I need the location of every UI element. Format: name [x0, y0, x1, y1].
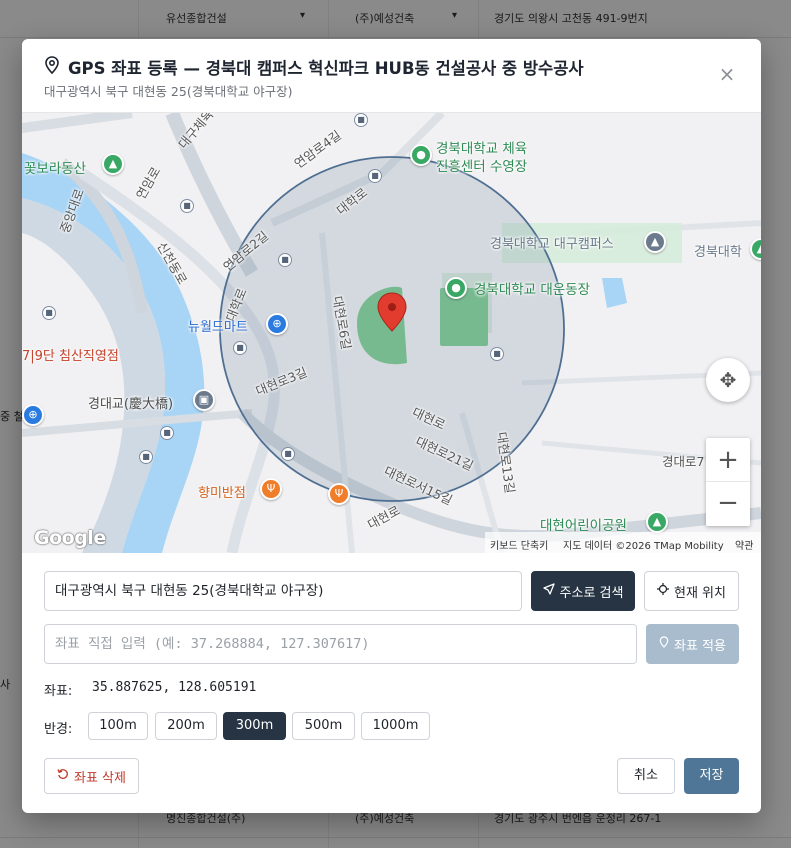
terms-link[interactable]: 약관 — [735, 537, 753, 552]
radius-option-200m[interactable]: 200m — [155, 712, 217, 740]
map-label: 진흥센터 수영장 — [436, 159, 528, 175]
coordinate-value: 35.887625, 128.605191 — [92, 680, 257, 695]
radius-option-500m[interactable]: 500m — [292, 712, 355, 740]
gps-coordinate-modal: GPS 좌표 등록 — 경북대 캠퍼스 혁신파크 HUB동 건설공사 중 방수공… — [22, 39, 761, 813]
bus-stop-icon[interactable]: ■ — [368, 169, 382, 183]
map-view[interactable]: ▲ ● ▲ ● ⊕ ▣ ⊕ Ψ Ψ ▲ ▲ ■ ■ ■ ■ ■ ■ ■ ■ ■ … — [22, 113, 761, 553]
stadium-pin-icon[interactable]: ● — [445, 277, 467, 299]
crosshair-icon — [657, 583, 669, 599]
coordinate-input[interactable]: 좌표 직접 입력 (예: 37.268884, 127.307617) — [44, 624, 637, 664]
send-arrow-icon — [542, 583, 555, 599]
current-location-button[interactable]: 현재 위치 — [644, 571, 739, 611]
shop-bag-icon[interactable]: ⊕ — [22, 404, 44, 426]
bus-stop-icon[interactable]: ■ — [281, 447, 295, 461]
restaurant-icon[interactable]: Ψ — [328, 483, 350, 505]
map-label: 뉴월드마트 — [188, 320, 248, 335]
restaurant-icon[interactable]: Ψ — [260, 478, 282, 500]
radius-option-300m[interactable]: 300m — [223, 712, 286, 740]
sports-center-icon[interactable]: ● — [410, 144, 432, 166]
park-icon[interactable]: ▲ — [102, 153, 124, 175]
map-label: 경북대학교 대운동장 — [474, 282, 591, 298]
school-icon[interactable]: ▲ — [644, 231, 666, 253]
bus-stop-icon[interactable]: ■ — [160, 426, 174, 440]
coordinate-label: 좌표: — [44, 684, 73, 699]
bus-stop-icon[interactable]: ■ — [490, 347, 504, 361]
radius-label: 반경: — [44, 722, 73, 737]
search-by-address-button[interactable]: 주소로 검색 — [531, 571, 635, 611]
map-pin-icon — [44, 56, 60, 78]
delete-coordinate-label: 좌표 삭제 — [74, 770, 126, 786]
bus-stop-icon[interactable]: ■ — [233, 341, 247, 355]
map-label: 꽃보라동산 — [24, 161, 87, 177]
cancel-button[interactable]: 취소 — [617, 758, 675, 794]
modal-header: GPS 좌표 등록 — 경북대 캠퍼스 혁신파크 HUB동 건설공사 중 방수공… — [22, 39, 761, 113]
modal-title: GPS 좌표 등록 — 경북대 캠퍼스 혁신파크 HUB동 건설공사 중 방수공… — [68, 59, 584, 78]
close-icon[interactable]: × — [717, 64, 737, 85]
map-pin-icon — [659, 636, 669, 652]
map-label: 경대로7 — [662, 454, 705, 469]
map-canvas — [22, 113, 761, 553]
modal-subtitle: 대구광역시 북구 대현동 25(경북대학교 야구장) — [44, 84, 293, 99]
radius-option-1000m[interactable]: 1000m — [361, 712, 430, 740]
current-location-label: 현재 위치 — [674, 585, 726, 601]
shopping-cart-icon[interactable]: ⊕ — [266, 313, 288, 335]
map-move-icon[interactable]: ✥ — [706, 358, 750, 402]
google-logo: Google — [34, 527, 106, 549]
zoom-in-button[interactable]: + — [706, 438, 750, 482]
map-label: 경대교(慶大橋) — [88, 397, 174, 412]
park-icon[interactable]: ▲ — [646, 511, 668, 533]
map-label: 경북대학교 체육 — [436, 141, 528, 157]
bus-stop-icon[interactable]: ■ — [354, 113, 368, 127]
bus-stop-icon[interactable]: ■ — [278, 253, 292, 267]
bus-stop-icon[interactable]: ■ — [180, 199, 194, 213]
reset-icon — [57, 768, 69, 784]
search-by-address-label: 주소로 검색 — [559, 585, 624, 601]
modal-title-row: GPS 좌표 등록 — 경북대 캠퍼스 혁신파크 HUB동 건설공사 중 방수공… — [44, 55, 584, 79]
zoom-out-button[interactable]: − — [706, 482, 750, 526]
bus-stop-icon[interactable]: ■ — [42, 306, 56, 320]
bridge-icon[interactable]: ▣ — [193, 389, 215, 411]
radius-option-100m[interactable]: 100m — [88, 712, 148, 740]
apply-coordinate-label: 좌표 적용 — [674, 638, 726, 654]
map-label: 경북대학교 대구캠퍼스 — [490, 237, 614, 252]
zoom-control: + − — [706, 438, 750, 526]
map-label: 향미반점 — [198, 486, 246, 501]
apply-coordinate-button[interactable]: 좌표 적용 — [646, 624, 739, 664]
map-label: 7|9단 침산직영점 — [22, 349, 119, 364]
keyboard-shortcuts-link[interactable]: 키보드 단축키 — [490, 537, 548, 552]
map-data-attribution: 지도 데이터 ©2026 TMap Mobility — [563, 541, 724, 552]
address-input[interactable]: 대구광역시 북구 대현동 25(경북대학교 야구장) — [44, 571, 522, 611]
bus-stop-icon[interactable]: ■ — [139, 450, 153, 464]
save-button[interactable]: 저장 — [684, 758, 739, 794]
delete-coordinate-button[interactable]: 좌표 삭제 — [44, 758, 139, 794]
map-label: 경북대학 — [694, 245, 742, 260]
map-label: 대현어린이공원 — [540, 518, 627, 534]
